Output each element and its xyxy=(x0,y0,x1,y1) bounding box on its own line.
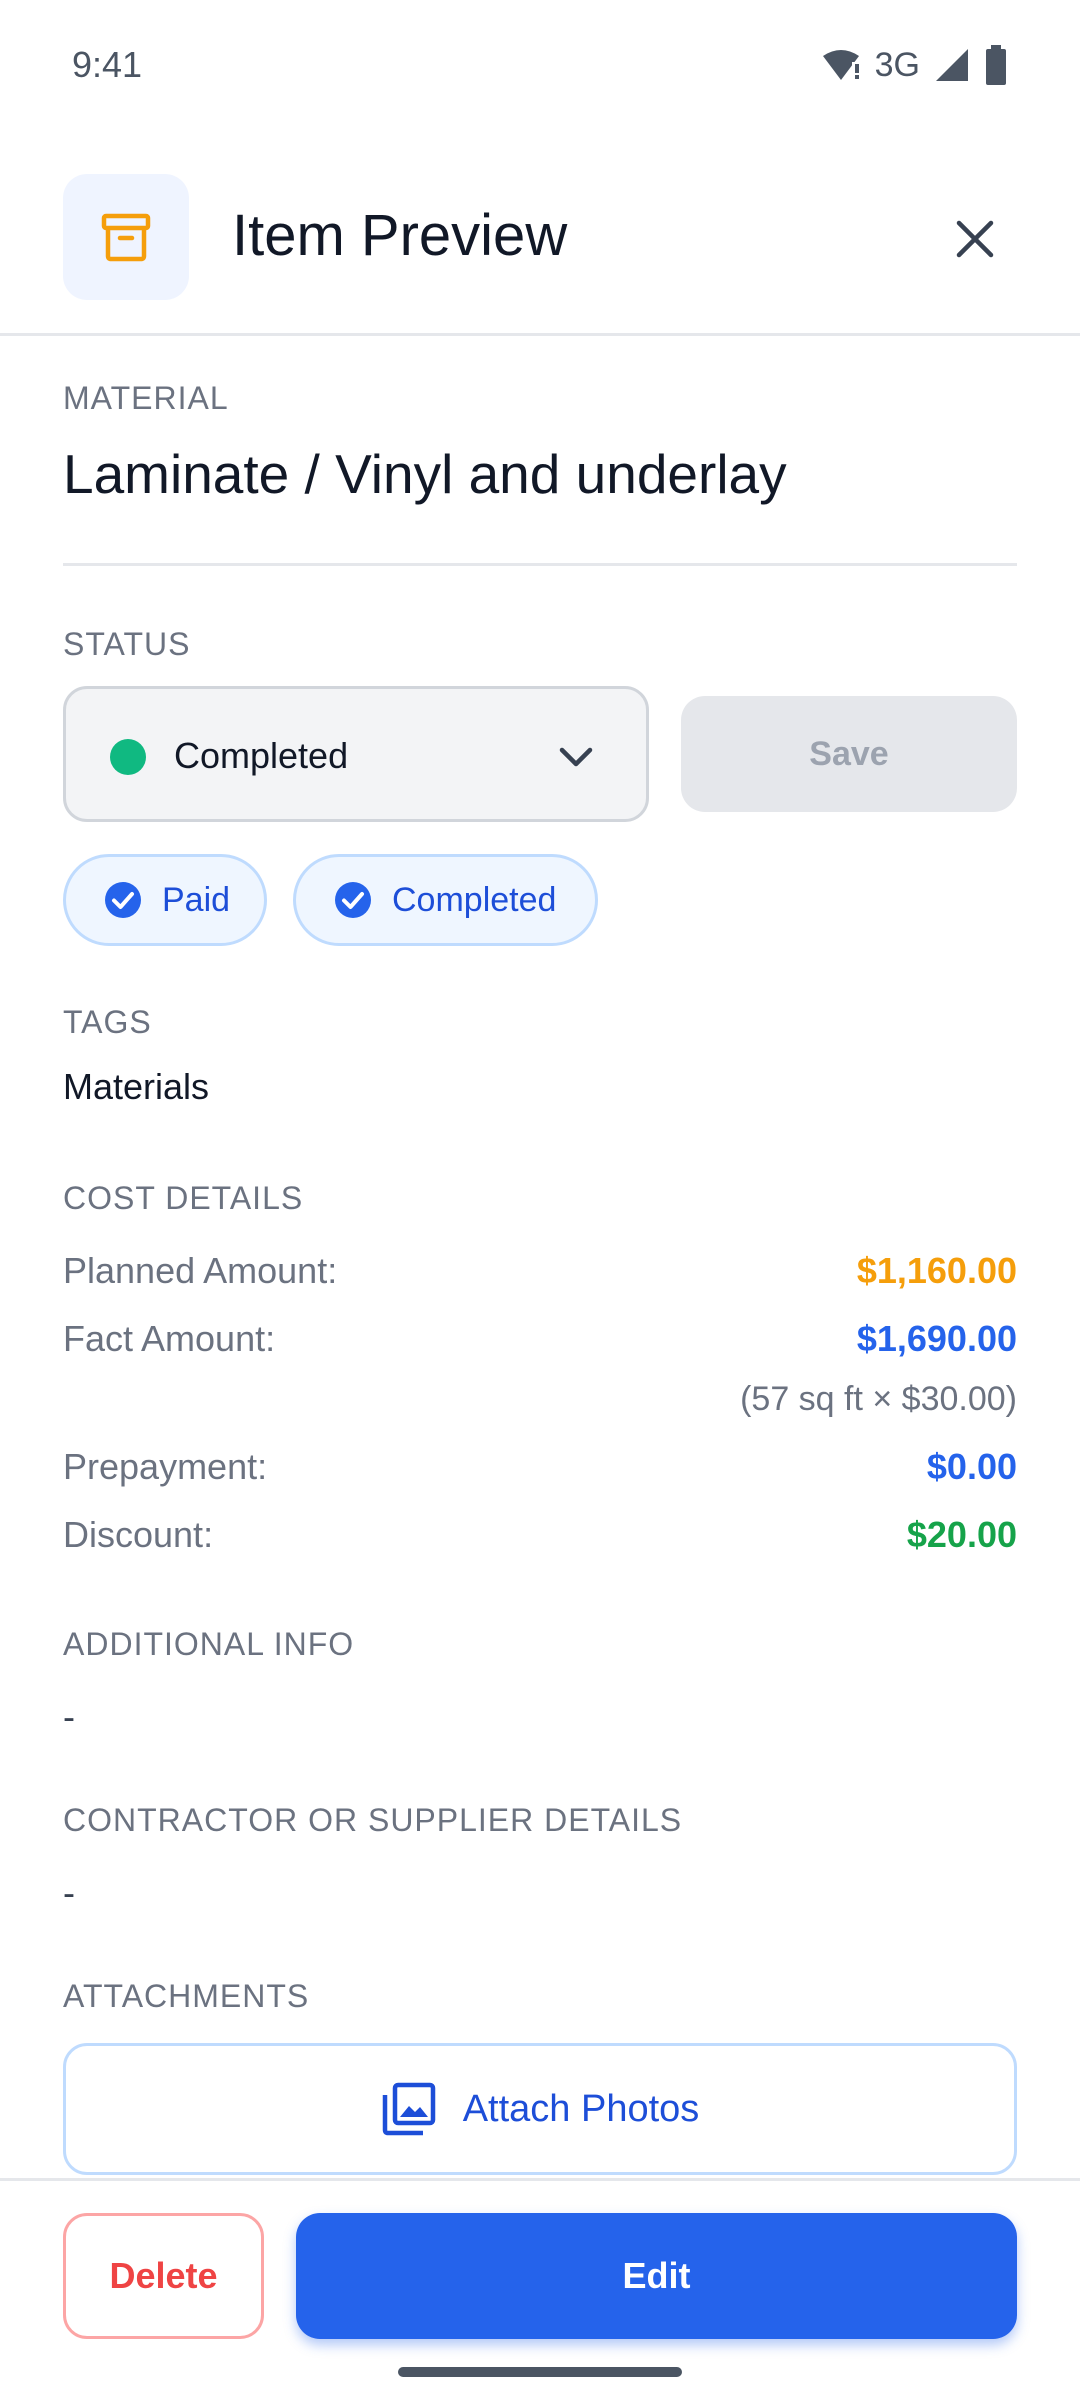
cost-label: Fact Amount: xyxy=(63,1318,276,1359)
chip-label: Completed xyxy=(392,880,557,919)
wifi-icon xyxy=(822,50,859,80)
cost-row-fact: Fact Amount: $1,690.00 xyxy=(63,1318,1017,1368)
cost-row-planned: Planned Amount: $1,160.00 xyxy=(63,1250,1017,1300)
fact-amount-value: $1,690.00 xyxy=(856,1318,1017,1359)
save-button[interactable]: Save xyxy=(681,696,1017,812)
attach-photos-label: Attach Photos xyxy=(462,2087,700,2130)
tags-value: Materials xyxy=(63,1066,210,1107)
network-type-label: 3G xyxy=(874,45,920,84)
tags-label: TAGS xyxy=(63,1004,152,1040)
planned-amount-value: $1,160.00 xyxy=(856,1250,1017,1291)
discount-value: $20.00 xyxy=(906,1514,1017,1555)
bottom-action-bar: Delete Edit xyxy=(0,2178,1080,2400)
material-name: Laminate / Vinyl and underlay xyxy=(63,443,787,505)
attachments-label: ATTACHMENTS xyxy=(63,1978,310,2014)
status-selected-value: Completed xyxy=(174,735,349,776)
signal-icon xyxy=(936,49,968,81)
cost-row-prepayment: Prepayment: $0.00 xyxy=(63,1446,1017,1496)
contractor-label: CONTRACTOR OR SUPPLIER DETAILS xyxy=(63,1802,683,1838)
status-label: STATUS xyxy=(63,626,191,662)
status-icons: 3G xyxy=(821,44,1008,86)
home-indicator[interactable] xyxy=(398,2367,682,2377)
close-button[interactable] xyxy=(940,204,1010,274)
material-label: MATERIAL xyxy=(63,380,229,416)
edit-button[interactable]: Edit xyxy=(296,2213,1017,2339)
prepayment-value: $0.00 xyxy=(926,1446,1017,1487)
divider xyxy=(63,563,1017,566)
page-title: Item Preview xyxy=(232,203,568,268)
status-chip-completed[interactable]: Completed xyxy=(293,854,598,946)
cost-label: Prepayment: xyxy=(63,1446,268,1487)
photo-library-icon xyxy=(382,2082,435,2136)
cost-label: Discount: xyxy=(63,1514,214,1555)
status-dot xyxy=(110,739,146,775)
cost-row-discount: Discount: $20.00 xyxy=(63,1514,1017,1564)
contractor-value: - xyxy=(63,1872,75,1913)
additional-info-label: ADDITIONAL INFO xyxy=(63,1626,355,1662)
additional-info-value: - xyxy=(63,1696,75,1737)
header: Item Preview xyxy=(0,160,1080,336)
chip-label: Paid xyxy=(162,880,231,919)
close-icon xyxy=(956,220,994,258)
status-bar: 9:41 3G xyxy=(0,0,1080,130)
check-circle-icon xyxy=(335,882,371,918)
cost-label: Planned Amount: xyxy=(63,1250,338,1291)
attach-photos-button[interactable]: Attach Photos xyxy=(63,2043,1017,2175)
chevron-down-icon xyxy=(559,747,593,767)
status-dropdown[interactable]: Completed xyxy=(63,686,649,822)
delete-button[interactable]: Delete xyxy=(63,2213,264,2339)
check-circle-icon xyxy=(105,882,141,918)
header-icon-container xyxy=(63,174,189,300)
fact-amount-note: (57 sq ft × $30.00) xyxy=(740,1380,1017,1418)
status-time: 9:41 xyxy=(72,44,143,85)
archive-box-icon xyxy=(101,213,151,262)
battery-icon xyxy=(986,45,1006,85)
cost-details-label: COST DETAILS xyxy=(63,1180,304,1216)
status-chip-paid[interactable]: Paid xyxy=(63,854,267,946)
